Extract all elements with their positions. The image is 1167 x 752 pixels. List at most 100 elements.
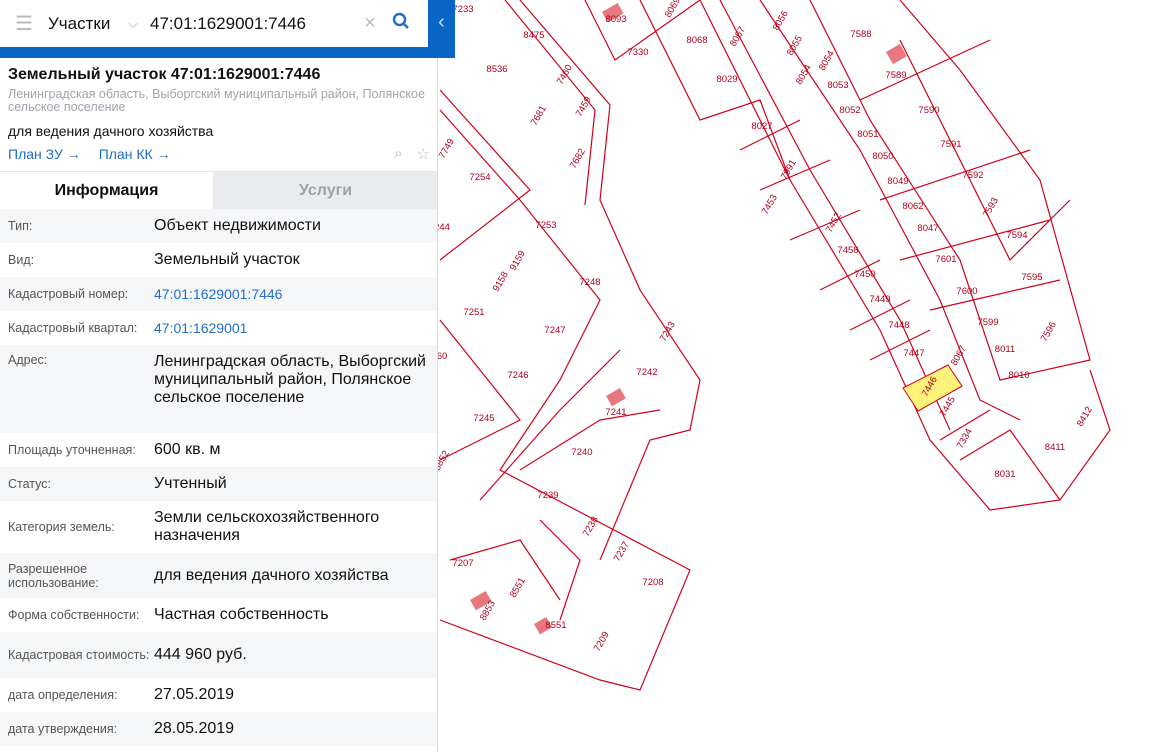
- parcel-label[interactable]: 8053: [827, 80, 848, 91]
- parcel-label[interactable]: 7594: [1006, 230, 1027, 241]
- parcel-label[interactable]: 7591: [940, 139, 961, 150]
- row-value: для ведения дачного хозяйства: [154, 566, 389, 584]
- parcel-label[interactable]: 8067: [728, 25, 748, 49]
- parcel-label[interactable]: 9158: [491, 270, 511, 294]
- parcel-label[interactable]: 7595: [1021, 272, 1042, 283]
- parcel-address: Ленинградская область, Выборгский муници…: [8, 87, 425, 114]
- info-row: Тип: Объект недвижимости: [0, 209, 437, 243]
- parcel-label[interactable]: 7458: [837, 245, 858, 256]
- parcel-label[interactable]: 8411: [1045, 442, 1065, 453]
- parcel-label[interactable]: 7453: [760, 193, 780, 217]
- parcel-label[interactable]: 7209: [592, 630, 612, 654]
- parcel-label[interactable]: 7243: [658, 320, 678, 344]
- zoom-to-icon[interactable]: ⌕: [394, 145, 402, 163]
- parcel-label[interactable]: 7450: [854, 269, 875, 280]
- parcel-boundary: [449, 539, 561, 601]
- parcel-label[interactable]: 7590: [918, 105, 939, 116]
- parcel-label[interactable]: 60: [437, 351, 448, 362]
- search-button[interactable]: [384, 12, 418, 35]
- clear-icon[interactable]: ×: [356, 12, 384, 35]
- parcel-label[interactable]: 8050: [872, 151, 893, 162]
- parcel-label[interactable]: 7208: [642, 577, 663, 588]
- parcel-label[interactable]: 7596: [1039, 320, 1059, 344]
- row-label: Форма собственности:: [8, 608, 140, 622]
- parcel-label[interactable]: 7246: [507, 370, 528, 381]
- parcel-label[interactable]: 7233: [452, 4, 473, 15]
- parcel-label[interactable]: 8010: [1008, 370, 1029, 381]
- parcel-label[interactable]: 8056: [771, 9, 791, 33]
- tab-info[interactable]: Информация: [0, 172, 213, 209]
- row-value[interactable]: 47:01:1629001: [154, 319, 430, 337]
- parcel-label[interactable]: 7682: [568, 147, 588, 171]
- parcel-label[interactable]: 7452: [824, 211, 844, 235]
- info-row: Форма собственности: Частная собственност…: [0, 598, 437, 632]
- parcel-label[interactable]: 7681: [529, 104, 549, 128]
- parcel-label[interactable]: 8412: [1075, 405, 1095, 429]
- parcel-label[interactable]: 7447: [903, 348, 924, 359]
- parcel-label[interactable]: 8551: [508, 576, 528, 600]
- parcel-label[interactable]: 7600: [956, 286, 977, 297]
- parcel-label[interactable]: 7253: [535, 220, 556, 231]
- search-input[interactable]: [150, 13, 350, 34]
- parcel-label[interactable]: 7238: [581, 515, 601, 539]
- parcel-label[interactable]: 7593: [981, 196, 1001, 220]
- parcel-label[interactable]: 7239: [537, 490, 558, 501]
- parcel-label[interactable]: 7254: [469, 172, 490, 183]
- parcel-label[interactable]: 7459: [574, 95, 594, 119]
- parcel-label[interactable]: 7991: [779, 158, 799, 182]
- parcel-label[interactable]: 8051: [857, 129, 878, 140]
- parcel-label[interactable]: 8054: [794, 63, 814, 87]
- parcel-label[interactable]: 8093: [605, 14, 626, 25]
- parcel-label[interactable]: 7241: [605, 407, 626, 418]
- parcel-label[interactable]: 7592: [962, 170, 983, 181]
- parcel-label[interactable]: 8047: [917, 223, 938, 234]
- parcel-label[interactable]: 8054: [817, 49, 837, 73]
- menu-icon[interactable]: ☰: [0, 11, 48, 36]
- info-row: Категория земель: Земли сельскохозяйствен…: [0, 501, 437, 553]
- parcel-label[interactable]: 8052: [839, 105, 860, 116]
- parcel-label[interactable]: 8055: [785, 34, 805, 58]
- plan-kk-link[interactable]: План КК →: [99, 146, 171, 162]
- parcel-label[interactable]: 7207: [452, 558, 473, 569]
- parcel-label[interactable]: 8029: [716, 74, 737, 85]
- parcel-label[interactable]: 7589: [885, 70, 906, 81]
- parcel-label[interactable]: 8475: [523, 30, 544, 41]
- parcel-label[interactable]: 7601: [935, 254, 956, 265]
- parcel-label[interactable]: 8031: [994, 469, 1015, 480]
- parcel-label[interactable]: 9159: [508, 249, 528, 273]
- layer-select[interactable]: Участки: [48, 14, 128, 34]
- parcel-label[interactable]: 8068: [686, 35, 707, 46]
- parcel-label[interactable]: 7247: [544, 325, 565, 336]
- parcel-label[interactable]: 7460: [555, 63, 575, 87]
- parcel-label[interactable]: 7245: [473, 413, 494, 424]
- star-icon[interactable]: ☆: [417, 145, 430, 163]
- parcel-label[interactable]: 8027: [751, 121, 772, 132]
- parcel-label[interactable]: 7334: [955, 427, 975, 451]
- parcel-label[interactable]: 8062: [902, 201, 923, 212]
- parcel-label[interactable]: 7240: [571, 447, 592, 458]
- chevron-down-icon[interactable]: ⌵: [128, 16, 150, 32]
- plan-zu-link[interactable]: План ЗУ →: [8, 146, 81, 162]
- row-label: Категория земель:: [8, 520, 115, 534]
- parcel-label[interactable]: 7330: [627, 47, 648, 58]
- parcel-label[interactable]: 8069: [663, 0, 683, 20]
- collapse-panel-button[interactable]: ‹: [428, 0, 455, 58]
- tab-services[interactable]: Услуги: [213, 172, 437, 209]
- parcel-label[interactable]: 7251: [463, 307, 484, 318]
- parcel-label[interactable]: 7449: [869, 294, 890, 305]
- parcel-label[interactable]: 8551: [545, 620, 566, 631]
- row-label: Вид:: [8, 253, 35, 267]
- parcel-label[interactable]: 8011: [995, 344, 1015, 355]
- parcel-label[interactable]: 8049: [887, 176, 908, 187]
- parcel-label[interactable]: 8536: [486, 64, 507, 75]
- parcel-boundary: [519, 0, 701, 561]
- parcel-label[interactable]: 7237: [612, 540, 632, 564]
- parcel-label[interactable]: 7242: [636, 367, 657, 378]
- parcel-label[interactable]: 7248: [579, 277, 600, 288]
- parcel-label[interactable]: 7599: [977, 317, 998, 328]
- parcel-label[interactable]: 7448: [888, 320, 909, 331]
- parcel-label[interactable]: 7749: [437, 137, 457, 161]
- parcel-label[interactable]: 7588: [850, 29, 871, 40]
- row-value: 28.05.2019: [154, 720, 235, 737]
- row-value[interactable]: 47:01:1629001:7446: [154, 285, 430, 303]
